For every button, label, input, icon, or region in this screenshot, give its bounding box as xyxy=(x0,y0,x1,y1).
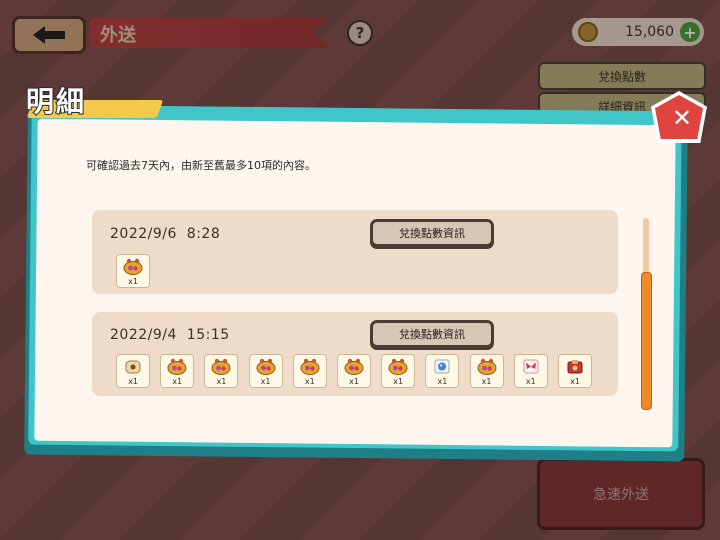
reward-item-qty: x1 xyxy=(304,377,315,386)
cookie-bag-icon xyxy=(256,358,276,375)
reward-item[interactable]: x1 xyxy=(292,354,327,388)
reward-item[interactable]: x1 xyxy=(513,354,548,388)
modal-title: 明細 xyxy=(25,84,87,119)
reward-item-qty: x1 xyxy=(128,277,138,286)
reward-items: x1 xyxy=(116,254,596,288)
butterfly-icon xyxy=(521,358,541,375)
toast-icon xyxy=(123,358,143,375)
entry-date: 2022/9/4 xyxy=(110,327,177,343)
history-entry: 2022/9/4 15:15 兌換點數資訊 x1 x1 x1 x1 x1 x1 x1 x1 x1… xyxy=(92,312,618,396)
blue-orb-icon xyxy=(432,358,452,375)
reward-item[interactable]: x1 xyxy=(160,354,195,388)
history-entry: 2022/9/6 8:28 兌換點數資訊 x1 xyxy=(92,210,618,294)
scrollbar-thumb[interactable] xyxy=(641,272,652,410)
reward-item[interactable]: x1 xyxy=(558,354,592,388)
reward-item-qty: x1 xyxy=(481,377,492,386)
reward-item-qty: x1 xyxy=(437,377,448,386)
reward-item-qty: x1 xyxy=(349,377,359,386)
reward-item[interactable]: x1 xyxy=(337,354,371,388)
reward-item-qty: x1 xyxy=(260,377,271,386)
reward-item[interactable]: x1 xyxy=(248,354,283,388)
reward-item-qty: x1 xyxy=(216,377,227,386)
exchange-info-button[interactable]: 兌換點數資訊 xyxy=(370,219,494,247)
cookie-bag-icon xyxy=(300,358,320,375)
reward-item-qty: x1 xyxy=(570,377,580,386)
reward-item-qty: x1 xyxy=(128,377,138,386)
reward-item[interactable]: x1 xyxy=(381,354,416,388)
entry-datetime: 2022/9/4 15:15 xyxy=(110,327,230,343)
cookie-bag-icon xyxy=(123,258,143,275)
reward-item[interactable]: x1 xyxy=(116,254,150,288)
reward-item-qty: x1 xyxy=(393,377,404,386)
reward-items: x1 x1 x1 x1 x1 x1 x1 x1 x1 x1 x1 xyxy=(116,354,606,388)
entry-date: 2022/9/6 xyxy=(110,226,177,242)
cookie-bag-icon xyxy=(167,358,187,375)
cookie-bag-icon xyxy=(477,358,497,375)
reward-item-qty: x1 xyxy=(172,377,183,386)
reward-item[interactable]: x1 xyxy=(425,354,460,388)
cookie-bag-icon xyxy=(344,358,364,375)
exchange-info-button[interactable]: 兌換點數資訊 xyxy=(370,320,494,348)
entry-datetime: 2022/9/6 8:28 xyxy=(110,226,220,242)
reward-item-qty: x1 xyxy=(525,377,536,386)
modal-description: 可確認過去7天內，由新至舊最多10項的內容。 xyxy=(86,159,316,172)
reward-item[interactable]: x1 xyxy=(469,354,504,388)
cookie-bag-icon xyxy=(388,358,408,375)
reward-item[interactable]: x1 xyxy=(204,354,239,388)
reward-item[interactable]: x1 xyxy=(116,354,150,388)
close-icon: ✕ xyxy=(671,104,693,132)
entry-time: 8:28 xyxy=(186,226,221,242)
entry-time: 15:15 xyxy=(186,327,230,343)
red-box-icon xyxy=(565,358,585,375)
cookie-bag-icon xyxy=(211,358,231,375)
